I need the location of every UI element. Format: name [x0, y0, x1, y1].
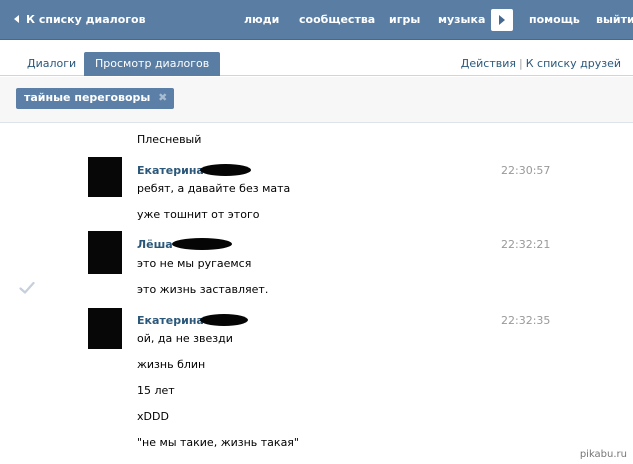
avatar[interactable] — [88, 231, 122, 274]
conversation-tag[interactable]: тайные переговоры ✖ — [16, 88, 175, 109]
message-history: Плесневый Екатерина 22:30:57 ребят, а да… — [0, 124, 633, 464]
nav-item-communities[interactable]: сообщества — [299, 13, 375, 26]
tab-dialogs[interactable]: Диалоги — [16, 52, 87, 76]
arrow-left-icon — [14, 15, 19, 23]
message-text: жизнь блин — [137, 358, 206, 371]
message-author[interactable]: Екатерина — [137, 164, 204, 177]
play-icon — [499, 15, 505, 25]
redaction-mark — [200, 164, 251, 176]
redaction-mark — [200, 314, 248, 326]
nav-item-music[interactable]: музыка — [438, 13, 485, 26]
redaction-mark — [172, 238, 232, 250]
message-text: ребят, а давайте без мата — [137, 182, 291, 195]
message-time: 22:32:35 — [501, 314, 551, 327]
nav-item-people[interactable]: люди — [244, 13, 279, 26]
back-to-dialogs-link[interactable]: К списку диалогов — [14, 13, 146, 26]
message-text: 15 лет — [137, 384, 175, 397]
watermark: pikabu.ru — [579, 449, 627, 460]
message-time: 22:32:21 — [501, 238, 551, 251]
message-text: Плесневый — [137, 133, 202, 146]
close-icon[interactable]: ✖ — [158, 91, 167, 104]
nav-item-logout[interactable]: выйти — [596, 13, 633, 26]
message-text: ой, да не звезди — [137, 332, 233, 345]
message-author[interactable]: Екатерина — [137, 314, 204, 327]
message-text: "не мы такие, жизнь такая" — [137, 436, 299, 449]
message-text: это жизнь заставляет. — [137, 283, 269, 296]
friends-list-link[interactable]: К списку друзей — [526, 57, 621, 70]
checkmark-icon[interactable] — [19, 281, 35, 295]
nav-item-help[interactable]: помощь — [529, 13, 580, 26]
message-author[interactable]: Лёша — [137, 238, 173, 251]
right-links: Действия | К списку друзей — [461, 57, 621, 70]
tab-view-dialogs[interactable]: Просмотр диалогов — [84, 52, 221, 76]
nav-item-games[interactable]: игры — [389, 13, 420, 26]
message-time: 22:30:57 — [501, 164, 551, 177]
link-separator: | — [519, 57, 523, 70]
message-text: xDDD — [137, 410, 169, 423]
conversation-tag-label: тайные переговоры — [24, 91, 151, 104]
music-play-button[interactable] — [491, 9, 513, 31]
message-text: уже тошнит от этого — [137, 208, 260, 221]
back-to-dialogs-label: К списку диалогов — [26, 13, 146, 26]
message-text: это не мы ругаемся — [137, 257, 252, 270]
filter-bar: тайные переговоры ✖ — [0, 77, 633, 123]
top-navigation-bar: К списку диалогов люди сообщества игры м… — [0, 0, 633, 40]
avatar[interactable] — [88, 308, 122, 349]
avatar[interactable] — [88, 157, 122, 197]
tabs-row: Диалоги Просмотр диалогов Действия | К спи… — [0, 40, 633, 76]
actions-link[interactable]: Действия — [461, 57, 516, 70]
